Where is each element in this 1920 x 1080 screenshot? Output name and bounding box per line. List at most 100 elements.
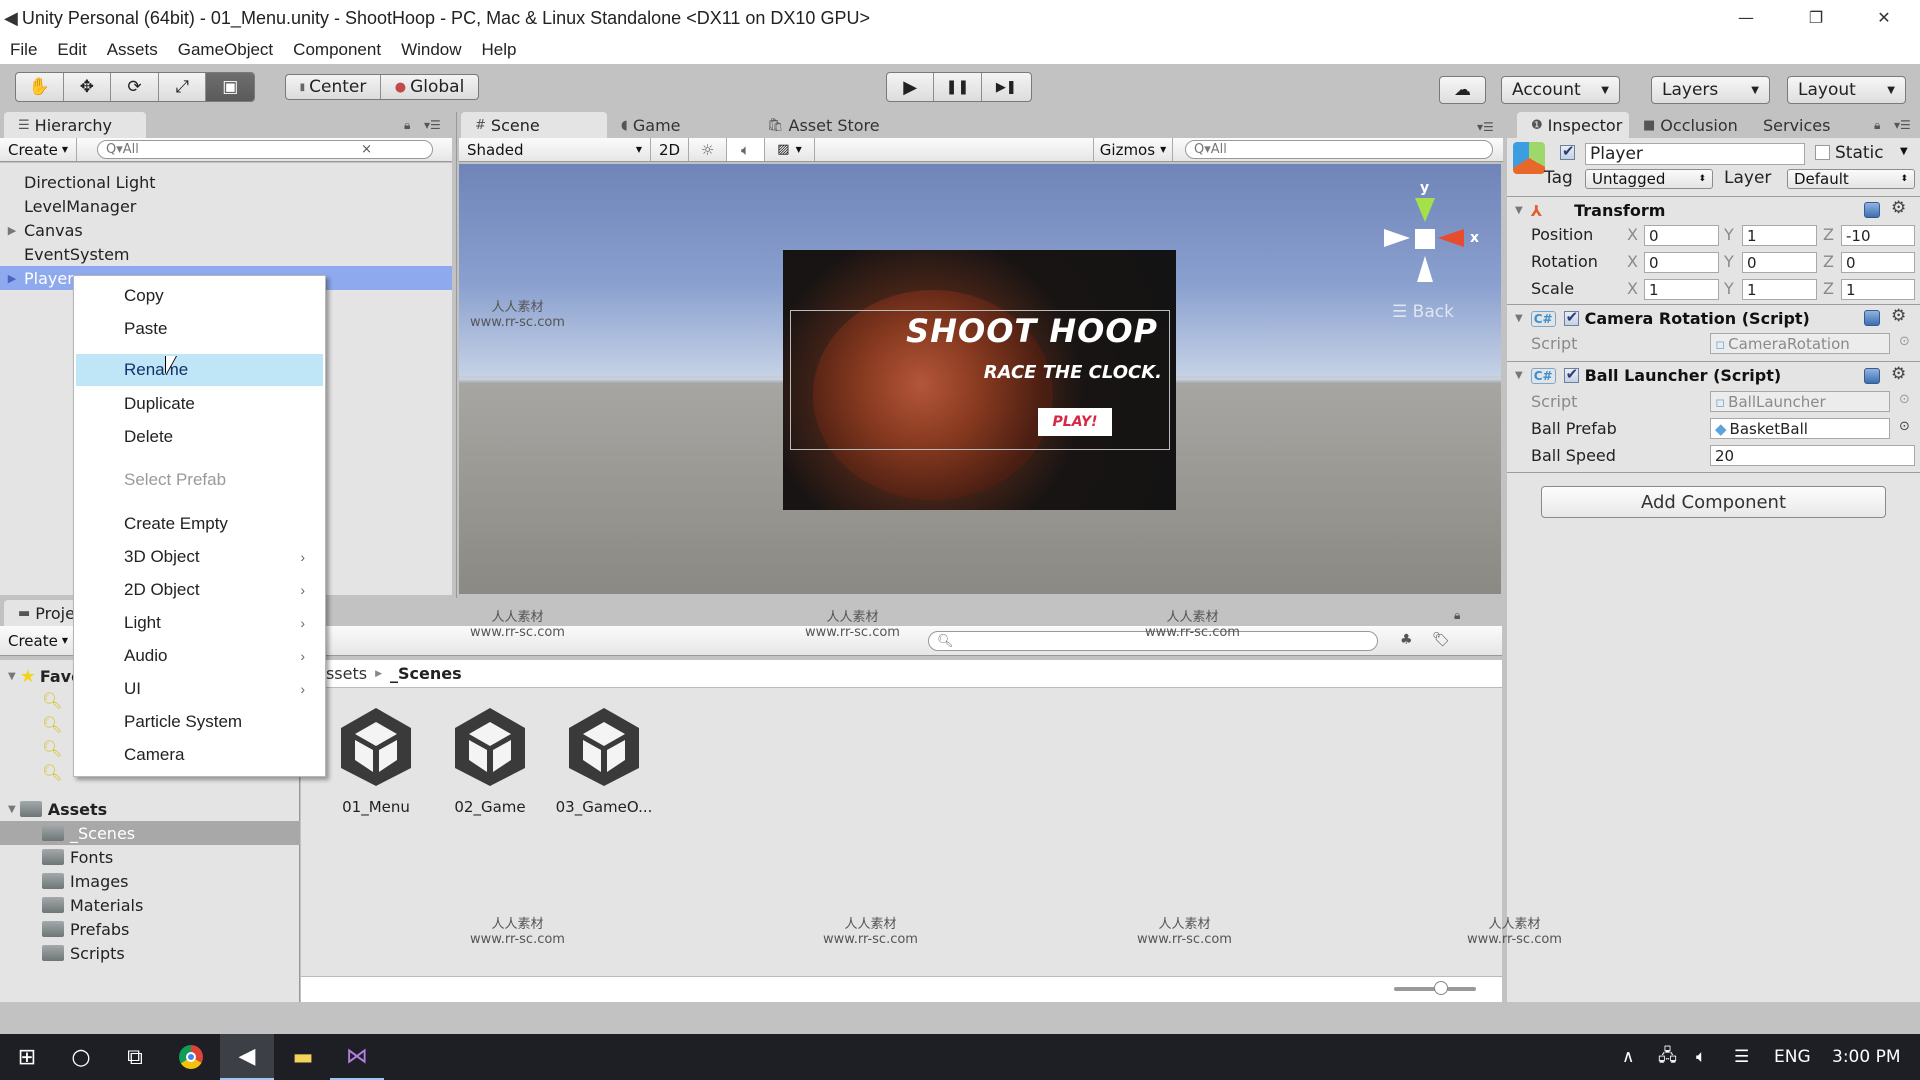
- context-menu-duplicate[interactable]: Duplicate: [76, 388, 323, 420]
- foldout-arrow-icon[interactable]: ▼: [1515, 370, 1523, 381]
- scale-z-input[interactable]: 1: [1841, 279, 1915, 300]
- notifications-icon[interactable]: ☰: [1734, 1034, 1749, 1080]
- hand-tool-icon[interactable]: ✋: [16, 73, 64, 101]
- breadcrumb-scenes[interactable]: _Scenes: [390, 664, 462, 683]
- folder-item[interactable]: Materials: [0, 893, 300, 917]
- position-z-input[interactable]: -10: [1841, 225, 1915, 246]
- menu-window[interactable]: Window: [391, 40, 471, 60]
- volume-icon[interactable]: 🔈︎: [1696, 1034, 1706, 1080]
- object-name-input[interactable]: Player: [1585, 143, 1805, 165]
- audio-toggle-icon[interactable]: 🔈︎: [727, 138, 765, 161]
- tab-hierarchy[interactable]: ☰ Hierarchy: [4, 112, 146, 138]
- view-mode-label[interactable]: ☰ Back: [1392, 302, 1454, 322]
- hierarchy-search-input[interactable]: Q▾All ×: [97, 140, 433, 159]
- close-button[interactable]: ✕: [1854, 0, 1914, 34]
- slider-thumb[interactable]: [1434, 981, 1448, 995]
- windows-start-icon[interactable]: ⊞: [0, 1034, 54, 1080]
- layer-dropdown[interactable]: Default ⬍: [1787, 169, 1915, 189]
- context-menu-create-empty[interactable]: Create Empty: [76, 508, 323, 540]
- panel-menu-icon[interactable]: ▾☰: [424, 118, 441, 132]
- play-button[interactable]: ▶: [887, 73, 935, 101]
- help-book-icon[interactable]: [1864, 368, 1880, 384]
- menu-help[interactable]: Help: [472, 40, 527, 60]
- unity-taskbar-icon[interactable]: ◀: [220, 1034, 274, 1080]
- lighting-toggle-icon[interactable]: ☼: [689, 138, 727, 161]
- effects-dropdown[interactable]: ▨ ▼: [765, 138, 815, 161]
- hierarchy-create-button[interactable]: Create ▼: [0, 138, 77, 161]
- hierarchy-item[interactable]: Directional Light: [0, 170, 452, 194]
- menu-gameobject[interactable]: GameObject: [168, 40, 283, 60]
- expand-arrow-icon[interactable]: ▶: [0, 272, 24, 285]
- position-y-input[interactable]: 1: [1742, 225, 1817, 246]
- lock-icon[interactable]: 🔒︎: [404, 118, 410, 133]
- project-search-input[interactable]: 🔍︎: [928, 631, 1378, 651]
- ball-launcher-enabled-checkbox[interactable]: [1563, 365, 1579, 383]
- camera-rotation-enabled-checkbox[interactable]: [1563, 308, 1579, 326]
- network-icon[interactable]: 🖧︎: [1658, 1034, 1677, 1080]
- menu-component[interactable]: Component: [283, 40, 391, 60]
- tab-scene[interactable]: # Scene: [461, 112, 607, 138]
- rotation-x-input[interactable]: 0: [1644, 252, 1719, 273]
- context-menu-rename[interactable]: Rename: [76, 354, 323, 386]
- project-create-button[interactable]: Create ▼: [0, 626, 77, 655]
- hierarchy-item[interactable]: EventSystem: [0, 242, 452, 266]
- language-indicator[interactable]: ENG: [1774, 1034, 1811, 1080]
- canvas-play-button[interactable]: PLAY!: [1038, 408, 1112, 436]
- account-dropdown[interactable]: Account ▼: [1501, 76, 1620, 104]
- context-menu-3d-object[interactable]: 3D Object ›: [76, 541, 323, 573]
- context-menu-copy[interactable]: Copy: [76, 280, 323, 312]
- ball-launcher-header[interactable]: ▼ C# Ball Launcher (Script): [1507, 361, 1920, 389]
- tab-game[interactable]: ◖ Game: [607, 112, 753, 138]
- transform-header[interactable]: ▼ ⅄ Transform: [1507, 196, 1920, 224]
- layout-dropdown[interactable]: Layout ▼: [1787, 76, 1906, 104]
- pivot-center-button[interactable]: ▮ Center: [286, 75, 382, 99]
- visual-studio-icon[interactable]: ⋈: [330, 1034, 384, 1080]
- layers-dropdown[interactable]: Layers ▼: [1651, 76, 1770, 104]
- step-button[interactable]: ▶❚: [982, 73, 1031, 101]
- rotation-z-input[interactable]: 0: [1841, 252, 1915, 273]
- folder-item[interactable]: Prefabs: [0, 917, 300, 941]
- active-checkbox[interactable]: [1560, 142, 1575, 160]
- help-book-icon[interactable]: [1864, 310, 1880, 326]
- scene-asset[interactable]: 03_GameO...: [549, 700, 659, 816]
- tab-services[interactable]: Services: [1749, 112, 1849, 138]
- folder-item[interactable]: Images: [0, 869, 300, 893]
- folder-item[interactable]: Fonts: [0, 845, 300, 869]
- foldout-arrow-icon[interactable]: ▼: [1515, 313, 1523, 324]
- object-picker-icon[interactable]: ⊙: [1899, 419, 1910, 434]
- context-menu-particle-system[interactable]: Particle System: [76, 706, 323, 738]
- menu-edit[interactable]: Edit: [47, 40, 96, 60]
- static-checkbox[interactable]: [1815, 145, 1830, 160]
- gear-icon[interactable]: ⚙: [1891, 306, 1906, 326]
- icon-size-slider[interactable]: [1394, 981, 1476, 995]
- filter-by-label-icon[interactable]: 🏷︎: [1432, 632, 1450, 648]
- object-picker-icon[interactable]: ⊙: [1899, 392, 1910, 407]
- scale-tool-icon[interactable]: ⤢: [159, 73, 207, 101]
- rotate-tool-icon[interactable]: ⟳: [111, 73, 159, 101]
- foldout-arrow-icon[interactable]: ▼: [8, 804, 16, 815]
- expand-arrow-icon[interactable]: ▶: [0, 224, 24, 237]
- context-menu-delete[interactable]: Delete: [76, 421, 323, 453]
- folder-item[interactable]: Scripts: [0, 941, 300, 965]
- static-dropdown-icon[interactable]: ▼: [1900, 146, 1908, 157]
- task-view-icon[interactable]: ⧉: [108, 1034, 162, 1080]
- ball-speed-input[interactable]: 20: [1710, 445, 1915, 466]
- panel-menu-icon[interactable]: ▾☰: [1894, 118, 1911, 132]
- tab-occlusion[interactable]: ■ Occlusion: [1629, 112, 1749, 138]
- 2d-toggle[interactable]: 2D: [651, 138, 689, 161]
- clock[interactable]: 3:00 PM: [1832, 1034, 1901, 1080]
- gizmo-down-cone-icon[interactable]: [1417, 256, 1433, 282]
- scale-x-input[interactable]: 1: [1644, 279, 1719, 300]
- camera-rotation-header[interactable]: ▼ C# Camera Rotation (Script): [1507, 304, 1920, 332]
- add-component-button[interactable]: Add Component: [1541, 486, 1886, 518]
- scene-search-input[interactable]: Q▾All: [1185, 140, 1493, 159]
- gizmos-dropdown[interactable]: Gizmos ▼: [1093, 138, 1173, 161]
- move-tool-icon[interactable]: ✥: [64, 73, 112, 101]
- tag-dropdown[interactable]: Untagged ⬍: [1585, 169, 1713, 189]
- rotation-y-input[interactable]: 0: [1742, 252, 1817, 273]
- gizmo-center-cube-icon[interactable]: [1415, 229, 1435, 249]
- ball-prefab-field[interactable]: ◆ BasketBall: [1710, 418, 1890, 439]
- gear-icon[interactable]: ⚙: [1891, 364, 1906, 384]
- object-picker-icon[interactable]: ⊙: [1899, 334, 1910, 349]
- context-menu-ui[interactable]: UI ›: [76, 673, 323, 705]
